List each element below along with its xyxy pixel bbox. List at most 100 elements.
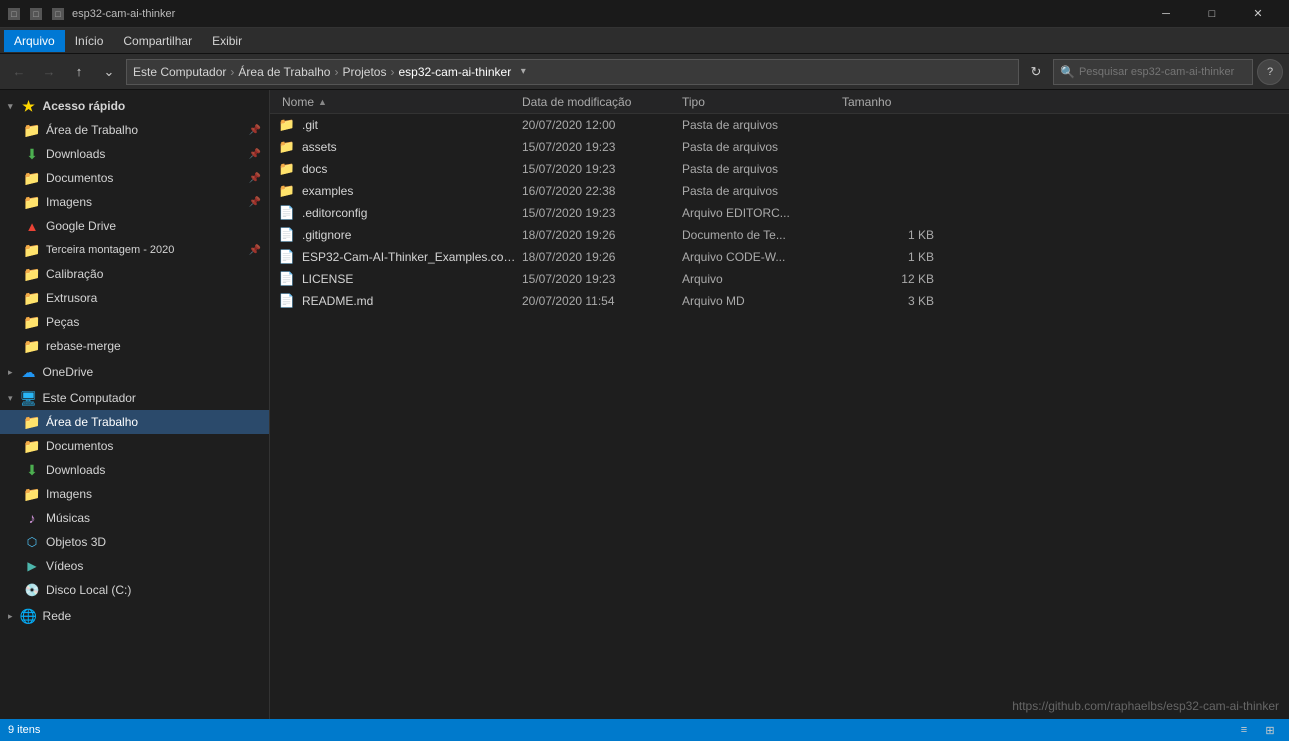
file-type: Pasta de arquivos: [682, 184, 842, 198]
sidebar-item-downloads-quick[interactable]: ⬇ Downloads 📌: [0, 142, 269, 166]
file-date: 16/07/2020 22:38: [522, 184, 682, 198]
sort-icon: ▲: [318, 97, 327, 107]
file-row[interactable]: 📁 examples 16/07/2020 22:38 Pasta de arq…: [270, 180, 1289, 202]
folder-icon-8: 📁: [24, 338, 40, 354]
file-date: 18/07/2020 19:26: [522, 250, 682, 264]
sidebar-item-onedrive[interactable]: ▸ ☁ OneDrive: [0, 360, 269, 384]
file-row[interactable]: 📄 .gitignore 18/07/2020 19:26 Documento …: [270, 224, 1289, 246]
sidebar-label-rede: Rede: [43, 609, 72, 623]
sidebar-item-videos[interactable]: ▶ Vídeos: [0, 554, 269, 578]
window-title: esp32-cam-ai-thinker: [72, 8, 1143, 20]
folder-icon-6: 📁: [24, 290, 40, 306]
sidebar-section-quick-access: ▾ ★ Acesso rápido 📁 Área de Trabalho 📌 ⬇…: [0, 94, 269, 358]
file-name: examples: [302, 184, 522, 198]
sidebar-label-extrusora: Extrusora: [46, 291, 97, 305]
file-row[interactable]: 📁 docs 15/07/2020 19:23 Pasta de arquivo…: [270, 158, 1289, 180]
sidebar-item-disco-local[interactable]: 💿 Disco Local (C:): [0, 578, 269, 602]
sidebar-item-imagens-quick[interactable]: 📁 Imagens 📌: [0, 190, 269, 214]
folder-icon-3: 📁: [24, 194, 40, 210]
sidebar-item-downloads-comp[interactable]: ⬇ Downloads: [0, 458, 269, 482]
file-name: LICENSE: [302, 272, 522, 286]
sidebar-item-terceira-montagem[interactable]: 📁 Terceira montagem - 2020 📌: [0, 238, 269, 262]
sidebar-item-calibracao[interactable]: 📁 Calibração: [0, 262, 269, 286]
sidebar-label-objetos-3d: Objetos 3D: [46, 535, 106, 549]
recent-button[interactable]: ⌄: [96, 59, 122, 85]
minimize-button[interactable]: ─: [1143, 0, 1189, 28]
computer-icon: 🖥: [21, 390, 37, 406]
file-row[interactable]: 📁 assets 15/07/2020 19:23 Pasta de arqui…: [270, 136, 1289, 158]
file-row[interactable]: 📄 ESP32-Cam-AI-Thinker_Examples.code-...…: [270, 246, 1289, 268]
sidebar-item-rede[interactable]: ▸ 🌐 Rede: [0, 604, 269, 628]
column-header-date[interactable]: Data de modificação: [518, 90, 678, 113]
search-box[interactable]: 🔍: [1053, 59, 1253, 85]
menu-compartilhar[interactable]: Compartilhar: [113, 30, 202, 52]
sidebar-item-documentos-comp[interactable]: 📁 Documentos: [0, 434, 269, 458]
address-bar[interactable]: Este Computador › Área de Trabalho › Pro…: [126, 59, 1019, 85]
sidebar-item-pecas[interactable]: 📁 Peças: [0, 310, 269, 334]
col-size-label: Tamanho: [842, 95, 891, 109]
sidebar-label-computador: Este Computador: [43, 391, 136, 405]
sidebar-item-rebase-merge[interactable]: 📁 rebase-merge: [0, 334, 269, 358]
file-name: .gitignore: [302, 228, 522, 242]
close-button[interactable]: ✕: [1235, 0, 1281, 28]
pin-icon-5: 📌: [249, 245, 261, 256]
file-size: 12 KB: [842, 272, 942, 286]
list-view-button[interactable]: ≡: [1233, 722, 1255, 738]
pin-icon: 📌: [249, 125, 261, 136]
file-date: 15/07/2020 19:23: [522, 162, 682, 176]
column-header-type[interactable]: Tipo: [678, 90, 838, 113]
file-row[interactable]: 📄 LICENSE 15/07/2020 19:23 Arquivo 12 KB: [270, 268, 1289, 290]
column-header-size[interactable]: Tamanho: [838, 90, 938, 113]
menu-inicio[interactable]: Início: [65, 30, 114, 52]
sidebar-item-google-drive[interactable]: ▲ Google Drive: [0, 214, 269, 238]
column-header-name[interactable]: Nome ▲: [278, 90, 518, 113]
file-row[interactable]: 📁 .git 20/07/2020 12:00 Pasta de arquivo…: [270, 114, 1289, 136]
file-name: ESP32-Cam-AI-Thinker_Examples.code-...: [302, 250, 522, 264]
app-icon-1: □: [8, 8, 20, 20]
forward-button[interactable]: →: [36, 59, 62, 85]
file-date: 15/07/2020 19:23: [522, 206, 682, 220]
sidebar-item-extrusora[interactable]: 📁 Extrusora: [0, 286, 269, 310]
folder-icon: 📁: [278, 138, 296, 156]
sidebar-label-calibracao: Calibração: [46, 267, 103, 281]
sidebar-item-area-trabalho-quick[interactable]: 📁 Área de Trabalho 📌: [0, 118, 269, 142]
breadcrumb-desktop: Área de Trabalho: [238, 65, 330, 79]
file-row[interactable]: 📄 .editorconfig 15/07/2020 19:23 Arquivo…: [270, 202, 1289, 224]
expand-icon-2: ▸: [8, 367, 13, 378]
file-type: Documento de Te...: [682, 228, 842, 242]
sidebar-item-documentos-quick[interactable]: 📁 Documentos 📌: [0, 166, 269, 190]
sidebar-item-musicas[interactable]: ♪ Músicas: [0, 506, 269, 530]
file-size: 1 KB: [842, 250, 942, 264]
folder-icon-9: 📁: [24, 414, 40, 430]
sidebar-section-rede: ▸ 🌐 Rede: [0, 604, 269, 628]
folder-icon-10: 📁: [24, 438, 40, 454]
sidebar-label-area-trabalho-comp: Área de Trabalho: [46, 415, 138, 429]
file-icon: 📄: [278, 226, 296, 244]
item-count: 9 itens: [8, 724, 40, 736]
back-button[interactable]: ←: [6, 59, 32, 85]
grid-view-button[interactable]: ⊞: [1259, 722, 1281, 738]
up-button[interactable]: ↑: [66, 59, 92, 85]
file-name: .git: [302, 118, 522, 132]
3d-icon: ⬡: [24, 534, 40, 550]
menu-exibir[interactable]: Exibir: [202, 30, 252, 52]
file-row[interactable]: 📄 README.md 20/07/2020 11:54 Arquivo MD …: [270, 290, 1289, 312]
sidebar-item-este-computador[interactable]: ▾ 🖥 Este Computador: [0, 386, 269, 410]
sidebar-label-documentos-comp: Documentos: [46, 439, 113, 453]
search-input[interactable]: [1079, 66, 1246, 78]
file-icon: 📄: [278, 248, 296, 266]
sidebar-item-acesso-rapido[interactable]: ▾ ★ Acesso rápido: [0, 94, 269, 118]
file-size: 1 KB: [842, 228, 942, 242]
sidebar-label-onedrive: OneDrive: [43, 365, 94, 379]
sidebar-item-area-trabalho-comp[interactable]: 📁 Área de Trabalho: [0, 410, 269, 434]
help-button[interactable]: ?: [1257, 59, 1283, 85]
refresh-button[interactable]: ↻: [1023, 59, 1049, 85]
maximize-button[interactable]: □: [1189, 0, 1235, 28]
title-bar-icons: □ □ □: [8, 8, 64, 20]
sidebar-item-imagens-comp[interactable]: 📁 Imagens: [0, 482, 269, 506]
menu-arquivo[interactable]: Arquivo: [4, 30, 65, 52]
file-name: docs: [302, 162, 522, 176]
pin-icon-3: 📌: [249, 173, 261, 184]
sidebar-item-objetos-3d[interactable]: ⬡ Objetos 3D: [0, 530, 269, 554]
address-chevron[interactable]: ▾: [515, 64, 531, 80]
